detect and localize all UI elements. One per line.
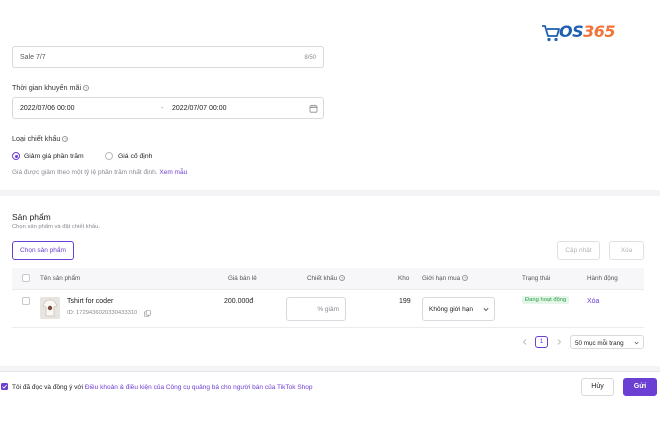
product-price: 200.000đ (224, 298, 254, 305)
copy-icon[interactable] (144, 309, 151, 317)
products-title: Sản phẩm (12, 212, 51, 222)
page-1-button[interactable]: 1 (535, 336, 548, 348)
promotion-name-counter: 8/50 (304, 54, 316, 61)
help-icon: ? (339, 275, 346, 282)
agree-checkbox[interactable] (1, 383, 8, 390)
purchase-limit-select[interactable]: Không giới hạn (422, 297, 495, 321)
product-id: ID: 1729436020330433310 (67, 310, 138, 316)
chevron-down-icon (634, 341, 639, 344)
tshirt-image-icon (40, 297, 60, 319)
table-row: Tshirt for coder ID: 1729436020330433310… (12, 290, 644, 328)
status-badge: Đang hoạt động (522, 296, 570, 304)
prev-page-icon[interactable] (521, 338, 529, 346)
page-size-select[interactable]: 50 mục mỗi trang (570, 335, 644, 349)
radio-percent-label: Giảm giá phần trăm (24, 153, 84, 160)
discount-hint: Giá được giảm theo một tỷ lệ phần trăm n… (12, 169, 187, 176)
chevron-down-icon (483, 307, 489, 312)
discount-type-label-text: Loại chiết khấu (12, 134, 61, 143)
pos365-logo: OS365 (541, 20, 641, 46)
product-stock: 199 (399, 298, 411, 305)
page-bottom-area (0, 399, 660, 440)
col-purchase-limit-text: Giới hạn mua (422, 275, 461, 282)
product-name: Tshirt for coder (67, 298, 114, 305)
radio-percent-discount[interactable] (12, 152, 20, 160)
promotion-name-value: Sale 7/7 (20, 54, 46, 61)
products-subtitle: Chọn sản phẩm và đặt chiết khấu. (12, 224, 100, 230)
col-retail-price: Giá bán lẻ (228, 275, 257, 282)
view-example-link[interactable]: Xem mẫu (159, 169, 187, 176)
footer-bar: Tôi đã đọc và đồng ý với Điều khoản & đi… (0, 371, 660, 399)
promotion-time-label: Thời gian khuyến mãi? (12, 83, 90, 92)
col-discount-text: Chiết khấu (307, 275, 338, 282)
check-icon (2, 384, 7, 389)
update-button[interactable]: Cập nhật (557, 241, 600, 260)
start-date-value: 2022/07/06 00:00 (20, 105, 75, 112)
next-page-icon[interactable] (555, 338, 563, 346)
promotion-time-label-text: Thời gian khuyến mãi (12, 83, 82, 92)
page-size-value: 50 mục mỗi trang (575, 339, 624, 347)
product-thumbnail (40, 297, 60, 319)
logo-text-os: OS (559, 22, 584, 41)
date-separator: - (161, 105, 164, 112)
row-delete-link[interactable]: Xóa (587, 298, 599, 305)
select-all-checkbox[interactable] (22, 274, 30, 282)
end-date-value: 2022/07/07 00:00 (172, 105, 227, 112)
purchase-limit-value: Không giới hạn (429, 306, 474, 313)
submit-button[interactable]: Gửi (623, 378, 657, 396)
calendar-icon[interactable] (309, 104, 318, 113)
help-icon: ? (83, 85, 90, 92)
help-icon: ? (62, 136, 69, 143)
terms-link[interactable]: Điều khoản & điều kiện của Công cụ quảng… (85, 384, 313, 391)
cart-icon (542, 25, 560, 42)
col-product-name: Tên sản phẩm (40, 275, 81, 282)
select-products-button[interactable]: Chọn sản phẩm (12, 241, 74, 260)
row-checkbox[interactable] (22, 297, 30, 305)
agree-text: Tôi đã đọc và đồng ý với (12, 383, 84, 391)
radio-fixed-label: Giá cố định (118, 153, 153, 160)
discount-percent-input[interactable]: % giảm (286, 297, 346, 321)
col-stock: Kho (398, 275, 410, 282)
col-status: Trạng thái (522, 275, 551, 282)
col-purchase-limit: Giới hạn mua? (422, 275, 469, 282)
agree-statement: Tôi đã đọc và đồng ý với Điều khoản & đi… (12, 384, 313, 391)
cancel-button[interactable]: Hủy (581, 378, 614, 396)
date-range-picker[interactable]: 2022/07/06 00:00 - 2022/07/07 00:00 (12, 97, 324, 119)
bulk-delete-button[interactable]: Xóa (609, 241, 644, 260)
help-icon: ? (462, 275, 469, 282)
product-table-header: Tên sản phẩm Giá bán lẻ Chiết khấu? Kho … (12, 268, 644, 290)
discount-hint-text: Giá được giảm theo một tỷ lệ phần trăm n… (12, 169, 158, 176)
discount-percent-placeholder: % giảm (317, 306, 339, 313)
col-discount: Chiết khấu? (307, 275, 346, 282)
radio-fixed-price[interactable] (105, 152, 113, 160)
promotion-name-input[interactable]: Sale 7/7 8/50 (12, 46, 324, 68)
logo-text-365: 365 (583, 22, 616, 41)
col-action: Hành động (587, 275, 618, 282)
discount-type-label: Loại chiết khấu? (12, 134, 69, 143)
